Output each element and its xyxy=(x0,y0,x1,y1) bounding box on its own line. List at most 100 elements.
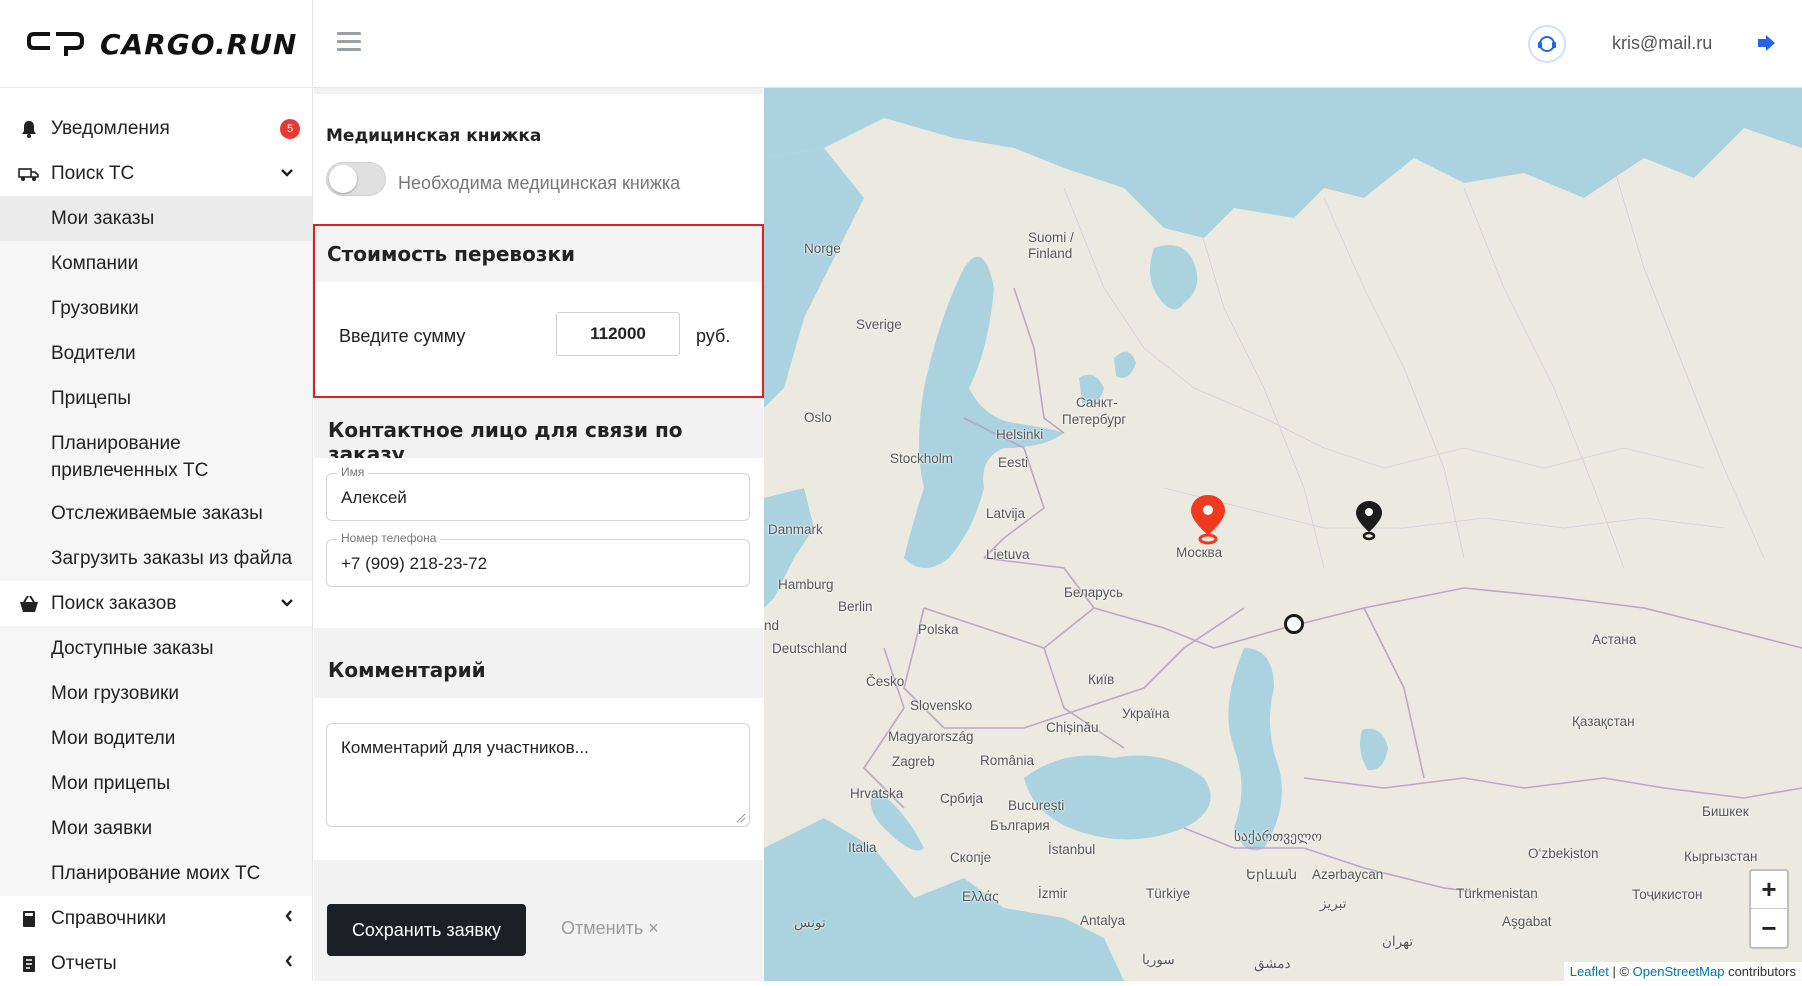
leaflet-link[interactable]: Leaflet xyxy=(1570,964,1609,979)
map-label: Србија xyxy=(940,791,984,806)
map-label: București xyxy=(1008,798,1065,813)
notification-badge: 5 xyxy=(280,118,300,139)
origin-marker-icon[interactable] xyxy=(1188,493,1228,554)
map-label: Oslo xyxy=(804,410,832,425)
sidebar-item-label: Мои грузовики xyxy=(51,682,179,704)
sidebar-item-available-orders[interactable]: Доступные заказы xyxy=(0,626,312,671)
logo[interactable]: CARGO.RUN xyxy=(0,0,313,88)
phone-field-label: Номер телефона xyxy=(337,531,441,545)
map-label: تهران xyxy=(1382,934,1414,949)
comment-title: Комментарий xyxy=(328,658,486,682)
map-label: Stockholm xyxy=(890,451,954,466)
zoom-control: + − xyxy=(1749,869,1789,949)
map-label: Бишкек xyxy=(1702,804,1749,819)
sidebar-item-upload-orders[interactable]: Загрузить заказы из файла xyxy=(0,536,312,581)
user-email[interactable]: kris@mail.ru xyxy=(1612,33,1712,54)
sidebar-item-my-requests[interactable]: Мои заявки xyxy=(0,806,312,851)
sidebar-item-label: Доступные заказы xyxy=(51,637,214,659)
sidebar-item-order-search[interactable]: Поиск заказов xyxy=(0,581,312,626)
sidebar-item-my-drivers[interactable]: Мои водители xyxy=(0,716,312,761)
price-section: Стоимость перевозки Введите сумму 112000… xyxy=(313,224,764,398)
comment-card: Комментарий для участников... xyxy=(314,698,763,860)
sidebar-item-label: Мои заявки xyxy=(51,817,153,839)
sidebar-item-planning-hired[interactable]: Планирование привлеченных ТС xyxy=(0,421,312,491)
osm-link[interactable]: OpenStreetMap xyxy=(1633,964,1725,979)
destination-marker-icon[interactable] xyxy=(1354,499,1384,548)
sidebar-item-label: Грузовики xyxy=(51,297,139,319)
sidebar: Уведомления 5 Поиск ТС Мои заказы Компан… xyxy=(0,88,313,981)
sidebar-item-vehicle-search[interactable]: Поиск ТС xyxy=(0,151,312,196)
sidebar-item-label: Мои водители xyxy=(51,727,176,749)
phone-field[interactable]: Номер телефона +7 (909) 218-23-72 xyxy=(326,531,750,587)
sidebar-item-trucks[interactable]: Грузовики xyxy=(0,286,312,331)
map-label: Lietuva xyxy=(986,547,1030,562)
map[interactable]: Norge Suomi / Finland Sverige Oslo Санкт… xyxy=(764,88,1802,981)
map-label: Finland xyxy=(1028,246,1073,261)
sidebar-item-my-orders[interactable]: Мои заказы xyxy=(0,196,312,241)
save-button[interactable]: Сохранить заявку xyxy=(327,904,526,956)
comment-textarea[interactable]: Комментарий для участников... xyxy=(326,723,750,827)
sidebar-item-my-planning[interactable]: Планирование моих ТС xyxy=(0,851,312,896)
waypoint-marker-icon[interactable] xyxy=(1284,614,1304,634)
book-icon xyxy=(18,908,40,930)
map-label: Helsinki xyxy=(996,427,1044,442)
map-label: Antalya xyxy=(1080,913,1126,928)
menu-toggle-icon[interactable] xyxy=(337,32,361,52)
zoom-out-button[interactable]: − xyxy=(1751,909,1787,947)
map-label: Chișinău xyxy=(1046,720,1099,735)
map-label: İzmir xyxy=(1038,886,1068,901)
map-label: Aşgabat xyxy=(1502,914,1552,929)
sidebar-item-references[interactable]: Справочники xyxy=(0,896,312,941)
map-label: تونس xyxy=(794,915,826,930)
medbook-toggle-label: Необходима медицинская книжка xyxy=(398,173,681,193)
sidebar-item-companies[interactable]: Компании xyxy=(0,241,312,286)
sidebar-item-label: Компании xyxy=(51,252,139,274)
map-label: Санкт- xyxy=(1076,395,1118,410)
sidebar-item-drivers[interactable]: Водители xyxy=(0,331,312,376)
map-label: تبریز xyxy=(1320,896,1347,911)
name-field[interactable]: Имя Алексей xyxy=(326,465,750,521)
resize-handle-icon[interactable] xyxy=(736,813,746,823)
top-header: CARGO.RUN kris@mail.ru xyxy=(0,0,1802,88)
basket-icon xyxy=(18,593,40,615)
price-input[interactable]: 112000 xyxy=(556,312,680,356)
map-label: İstanbul xyxy=(1048,842,1096,857)
support-icon[interactable] xyxy=(1528,25,1566,63)
map-base xyxy=(764,88,1802,981)
bell-icon xyxy=(18,118,40,140)
sidebar-item-label: Мои прицепы xyxy=(51,772,171,794)
name-field-label: Имя xyxy=(337,465,369,479)
sidebar-item-tracked-orders[interactable]: Отслеживаемые заказы xyxy=(0,491,312,536)
map-label: Hamburg xyxy=(778,577,834,592)
medbook-toggle[interactable] xyxy=(326,162,386,196)
logout-icon[interactable] xyxy=(1756,32,1778,59)
map-label: Тоҷикистон xyxy=(1632,887,1703,902)
medbook-title: Медицинская книжка xyxy=(326,126,542,146)
chevron-left-icon xyxy=(284,909,294,928)
sidebar-item-label: Поиск ТС xyxy=(51,162,135,184)
map-label: Кыргызстан xyxy=(1684,849,1758,864)
map-label: Latvija xyxy=(986,506,1026,521)
map-label: دمشق xyxy=(1254,956,1291,971)
cancel-button[interactable]: Отменить × xyxy=(561,918,659,939)
chevron-down-icon xyxy=(280,595,294,613)
name-field-value: Алексей xyxy=(341,488,407,507)
chevron-down-icon xyxy=(280,165,294,183)
sidebar-item-notifications[interactable]: Уведомления 5 xyxy=(0,106,312,151)
sidebar-item-my-trucks[interactable]: Мои грузовики xyxy=(0,671,312,716)
sidebar-item-label: Планирование моих ТС xyxy=(51,862,261,884)
sidebar-item-my-trailers[interactable]: Мои прицепы xyxy=(0,761,312,806)
sidebar-item-reports[interactable]: Отчеты xyxy=(0,941,312,986)
map-label: Deutschland xyxy=(772,641,848,656)
contact-card: Имя Алексей Номер телефона +7 (909) 218-… xyxy=(314,458,763,628)
map-label: Երևան xyxy=(1246,867,1298,882)
zoom-in-button[interactable]: + xyxy=(1751,871,1787,909)
truck-icon xyxy=(18,163,40,185)
sidebar-item-trailers[interactable]: Прицепы xyxy=(0,376,312,421)
brand-name: CARGO.RUN xyxy=(100,27,298,61)
map-label: Київ xyxy=(1088,672,1115,687)
map-label: Magyarország xyxy=(888,729,974,744)
map-attribution: Leaflet | © OpenStreetMap contributors xyxy=(1563,962,1802,981)
sidebar-item-label: Поиск заказов xyxy=(51,592,177,614)
map-label: Sverige xyxy=(856,317,902,332)
